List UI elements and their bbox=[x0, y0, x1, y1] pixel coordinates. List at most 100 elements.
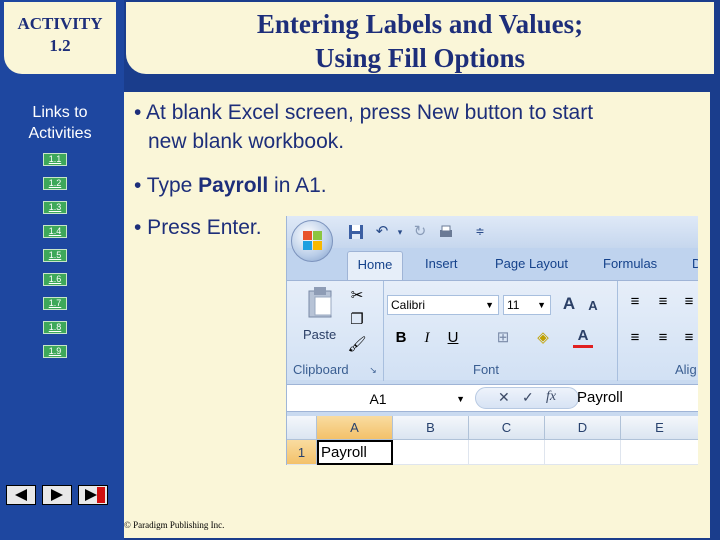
borders-icon[interactable]: ⊞ bbox=[493, 329, 513, 347]
home-ribbon: Paste ✂ ❐ 🖌 Clipboard ↘ Calibri ▼ 11 ▼ A… bbox=[287, 280, 698, 381]
left-sidebar: ACTIVITY 1.2 Links to Activities 1.1 1.2… bbox=[0, 0, 124, 540]
cell-a1[interactable]: Payroll bbox=[317, 440, 393, 465]
cell-e1[interactable] bbox=[621, 440, 698, 465]
cell-b1[interactable] bbox=[393, 440, 469, 465]
undo-dropdown-icon[interactable]: ▾ bbox=[391, 223, 409, 241]
next-slide-button[interactable] bbox=[42, 485, 72, 505]
arrow-right-icon bbox=[51, 489, 63, 501]
tab-home[interactable]: Home bbox=[347, 251, 403, 280]
end-show-button[interactable] bbox=[78, 485, 108, 505]
copy-icon[interactable]: ❐ bbox=[347, 311, 367, 329]
alignment-group-label: Alig bbox=[675, 362, 697, 377]
worksheet-grid: A B C D E 1 Payroll bbox=[287, 416, 698, 465]
cell-d1[interactable] bbox=[545, 440, 621, 465]
ribbon-tabs: Home Insert Page Layout Formulas D bbox=[287, 248, 698, 280]
name-box[interactable]: A1 ▼ bbox=[287, 389, 469, 409]
align-center-icon[interactable]: ≡ bbox=[653, 329, 673, 347]
end-arrow-icon bbox=[85, 487, 105, 503]
print-icon[interactable] bbox=[437, 223, 455, 241]
insert-function-icon[interactable]: fx bbox=[546, 389, 556, 405]
font-size-value: 11 bbox=[507, 298, 520, 312]
align-right-icon[interactable]: ≡ bbox=[679, 329, 698, 347]
bullet-new-workbook: • At blank Excel screen, press New butto… bbox=[134, 98, 593, 156]
tab-formulas[interactable]: Formulas bbox=[603, 256, 657, 271]
enter-entry-icon[interactable]: ✓ bbox=[522, 389, 534, 406]
bullet-press-enter: • Press Enter. bbox=[134, 216, 262, 239]
quick-access-toolbar: ↶ ▾ ↻ ≑ bbox=[287, 216, 698, 248]
paste-button[interactable]: Paste bbox=[297, 285, 347, 347]
font-name-select[interactable]: Calibri ▼ bbox=[387, 295, 499, 315]
cut-icon[interactable]: ✂ bbox=[347, 287, 367, 305]
slide-title: Entering Labels and Values; Using Fill O… bbox=[126, 2, 714, 74]
bold-icon[interactable]: B bbox=[391, 329, 411, 347]
bullet-1-line2: new blank workbook. bbox=[148, 130, 345, 153]
fill-color-icon[interactable]: ◈ bbox=[533, 329, 553, 347]
links-to-activities-label: Links to Activities bbox=[8, 102, 112, 144]
bullet-2-post: in A1. bbox=[268, 174, 327, 197]
activity-link-1-9[interactable]: 1.9 bbox=[43, 345, 67, 358]
save-icon[interactable] bbox=[347, 223, 365, 241]
excel-screenshot: ↶ ▾ ↻ ≑ Home Insert Page Layout Formulas… bbox=[286, 216, 698, 465]
activity-link-1-2[interactable]: 1.2 bbox=[43, 177, 67, 190]
formula-bar: A1 ▼ ✕ ✓ fx Payroll bbox=[287, 384, 698, 412]
italic-icon[interactable]: I bbox=[417, 329, 437, 347]
align-bottom-icon[interactable]: ≡ bbox=[679, 293, 698, 311]
activity-link-1-7[interactable]: 1.7 bbox=[43, 297, 67, 310]
increase-font-icon[interactable]: A bbox=[559, 295, 579, 313]
select-all-corner[interactable] bbox=[287, 416, 317, 440]
activity-link-1-5[interactable]: 1.5 bbox=[43, 249, 67, 262]
align-left-icon[interactable]: ≡ bbox=[625, 329, 645, 347]
redo-icon[interactable]: ↻ bbox=[411, 223, 429, 241]
chevron-down-icon: ▼ bbox=[485, 300, 494, 310]
slide-title-line1: Entering Labels and Values; bbox=[256, 9, 584, 39]
column-header-a[interactable]: A bbox=[317, 416, 393, 440]
paste-label: Paste bbox=[303, 327, 337, 342]
tab-page-layout[interactable]: Page Layout bbox=[495, 256, 568, 271]
clipboard-launcher-icon[interactable]: ↘ bbox=[363, 361, 383, 379]
links-label-line1: Links to bbox=[32, 104, 88, 121]
tab-data[interactable]: D bbox=[692, 256, 698, 271]
column-header-d[interactable]: D bbox=[545, 416, 621, 440]
activity-link-1-1[interactable]: 1.1 bbox=[43, 153, 67, 166]
activity-link-1-6[interactable]: 1.6 bbox=[43, 273, 67, 286]
font-group-label: Font bbox=[473, 362, 500, 377]
activity-link-1-4[interactable]: 1.4 bbox=[43, 225, 67, 238]
activity-label-box: ACTIVITY 1.2 bbox=[4, 2, 116, 74]
chevron-down-icon: ▼ bbox=[537, 300, 546, 310]
slide-header: Entering Labels and Values; Using Fill O… bbox=[124, 0, 720, 76]
bullet-type-payroll: • Type Payroll in A1. bbox=[134, 171, 327, 200]
clipboard-icon bbox=[308, 287, 332, 318]
bullet-1-line1: • At blank Excel screen, press New butto… bbox=[134, 101, 594, 124]
cell-c1[interactable] bbox=[469, 440, 545, 465]
align-middle-icon[interactable]: ≡ bbox=[653, 293, 673, 311]
column-header-c[interactable]: C bbox=[469, 416, 545, 440]
format-painter-icon[interactable]: 🖌 bbox=[347, 336, 367, 354]
office-button[interactable] bbox=[291, 220, 333, 262]
column-header-b[interactable]: B bbox=[393, 416, 469, 440]
tab-insert[interactable]: Insert bbox=[425, 256, 458, 271]
font-name-value: Calibri bbox=[391, 298, 426, 312]
undo-icon[interactable]: ↶ bbox=[373, 223, 391, 241]
copyright-notice: © Paradigm Publishing Inc. bbox=[124, 520, 225, 530]
arrow-left-icon bbox=[15, 489, 27, 501]
customize-toolbar-icon[interactable]: ≑ bbox=[471, 223, 489, 241]
font-color-icon[interactable]: A bbox=[573, 327, 593, 348]
font-size-select[interactable]: 11 ▼ bbox=[503, 295, 551, 315]
formula-input[interactable]: Payroll bbox=[577, 388, 623, 408]
activity-number: 1.2 bbox=[49, 36, 71, 55]
align-top-icon[interactable]: ≡ bbox=[625, 293, 645, 311]
bullet-2-bold: Payroll bbox=[198, 174, 269, 197]
activity-label: ACTIVITY bbox=[17, 14, 103, 33]
office-logo-icon bbox=[303, 231, 322, 250]
row-header-1[interactable]: 1 bbox=[287, 440, 317, 465]
decrease-font-icon[interactable]: A bbox=[583, 297, 603, 315]
formula-buttons: ✕ ✓ fx bbox=[475, 387, 579, 409]
underline-icon[interactable]: U bbox=[443, 329, 463, 347]
chevron-down-icon: ▼ bbox=[456, 394, 465, 404]
cancel-entry-icon[interactable]: ✕ bbox=[498, 389, 510, 406]
previous-slide-button[interactable] bbox=[6, 485, 36, 505]
activity-link-1-8[interactable]: 1.8 bbox=[43, 321, 67, 334]
clipboard-group-label: Clipboard bbox=[293, 362, 349, 377]
column-header-e[interactable]: E bbox=[621, 416, 698, 440]
activity-link-1-3[interactable]: 1.3 bbox=[43, 201, 67, 214]
